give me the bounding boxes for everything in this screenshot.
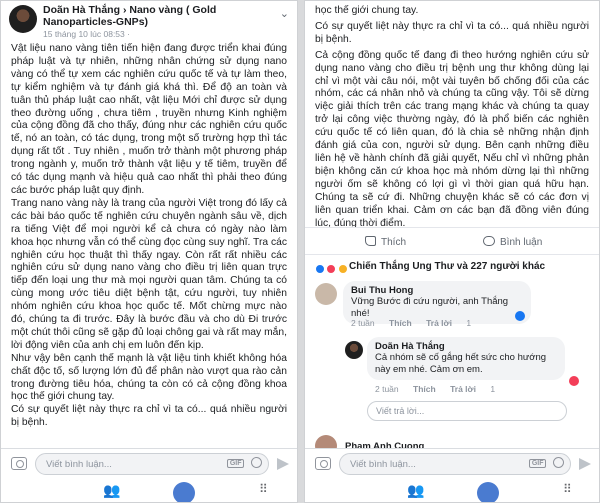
wow-reaction-icon <box>337 264 348 274</box>
bottom-nav: 👥 ⠿ <box>305 480 599 502</box>
camera-icon[interactable] <box>11 457 27 470</box>
privacy-icon: · <box>127 29 130 39</box>
menu-icon[interactable]: ⠿ <box>563 482 572 496</box>
love-reaction-icon <box>326 264 337 274</box>
reply-author-name[interactable]: Doãn Hà Thắng <box>375 341 557 352</box>
comment-like-count: 1 <box>466 318 472 328</box>
like-count-badge-icon <box>515 311 525 321</box>
menu-icon[interactable]: ⠿ <box>259 482 268 496</box>
like-button[interactable]: Thích <box>365 236 406 248</box>
notifications-globe-icon[interactable] <box>477 482 499 502</box>
notifications-globe-icon[interactable] <box>173 482 195 502</box>
reply-age: 2 tuần <box>375 384 399 394</box>
post-timestamp: 15 tháng 10 lúc 08:53 · <box>43 29 130 39</box>
post-paragraph: Trang nano vàng này là trang của người V… <box>11 197 287 351</box>
reactions-text[interactable]: Chiến Thắng Ung Thư và 227 người khác <box>349 261 545 272</box>
input-icons: GIF <box>226 457 262 469</box>
comment-button[interactable]: Bình luận <box>483 236 542 248</box>
friends-icon[interactable]: 👥 <box>407 482 424 499</box>
comment-icon <box>483 236 495 246</box>
commenter-name[interactable]: Bui Thu Hong <box>351 285 523 296</box>
arrow-icon: › <box>122 4 127 16</box>
chevron-down-icon[interactable]: ⌄ <box>280 7 289 20</box>
send-icon[interactable] <box>277 458 289 470</box>
post-body-continued: học thế giới chung tay. Có sự quyết liệt… <box>305 1 599 230</box>
author-name[interactable]: Doãn Hà Thắng <box>43 4 120 16</box>
comment-age: 2 tuần <box>351 318 375 328</box>
reply-input[interactable]: Viết trả lời... <box>367 401 567 421</box>
emoji-icon[interactable] <box>251 457 262 469</box>
reply-like-count: 1 <box>490 384 496 394</box>
like-reaction-icon <box>315 264 325 274</box>
bottom-bar: Viết bình luận... GIF 👥 ⠿ <box>305 448 599 502</box>
reply-reply-link[interactable]: Trả lời <box>450 384 476 394</box>
comment-input[interactable]: Viết bình luận... GIF <box>35 453 269 475</box>
comment-input[interactable]: Viết bình luận... GIF <box>339 453 571 475</box>
like-icon <box>365 236 376 246</box>
reply-author-avatar[interactable] <box>345 341 363 359</box>
comment-text: Vững Bước đi cứu người, anh Thắng nhé! <box>351 296 509 319</box>
input-icons: GIF <box>528 457 564 469</box>
gif-icon[interactable]: GIF <box>528 459 547 468</box>
post-body: Vật liệu nano vàng tiên tiến hiện đang đ… <box>1 37 297 430</box>
reply-text: Cả nhóm sẽ cố gắng hết sức cho hướng này… <box>375 352 547 375</box>
post-paragraph: Như vậy bên cạnh thế mạnh là vật liệu ti… <box>11 352 287 403</box>
reply-meta: 2 tuần Thích Trả lời 1 <box>375 384 507 394</box>
post-paragraph: học thế giới chung tay. <box>315 5 419 16</box>
heart-reaction-icon <box>569 376 579 386</box>
author-line: Doãn Hà Thắng › Nano vàng ( Gold Nanopar… <box>43 4 268 28</box>
comment-reply-link[interactable]: Trả lời <box>426 318 452 328</box>
post-panel-right: học thế giới chung tay. Có sự quyết liệt… <box>304 0 600 503</box>
reactions-summary[interactable]: Chiến Thắng Ung Thư và 227 người khác <box>305 258 599 276</box>
reply-bubble: Doãn Hà Thắng Cả nhóm sẽ cố gắng hết sức… <box>367 337 565 380</box>
reaction-icons <box>315 261 348 279</box>
author-avatar[interactable] <box>9 5 37 33</box>
post-actions: Thích Bình luận <box>305 227 599 255</box>
post-paragraph: Có sự quyết liệt này thực ra chỉ vì ta c… <box>315 20 589 45</box>
comment-row: Viết bình luận... GIF <box>305 449 599 479</box>
commenter-avatar[interactable] <box>315 283 337 305</box>
bottom-nav: 👥 ⠿ <box>1 480 297 502</box>
friends-icon[interactable]: 👥 <box>103 482 120 499</box>
post-paragraph: Có sự quyết liệt này thực ra chỉ vì ta c… <box>11 404 287 429</box>
post-paragraph: Cả cộng đồng quốc tế đang đi theo hướng … <box>315 49 589 229</box>
gif-icon[interactable]: GIF <box>226 459 245 468</box>
reply-like-link[interactable]: Thích <box>413 384 436 394</box>
emoji-icon[interactable] <box>553 457 564 469</box>
post-panel-left: Doãn Hà Thắng › Nano vàng ( Gold Nanopar… <box>0 0 298 503</box>
comment-meta: 2 tuần Thích Trả lời 1 <box>351 318 483 328</box>
bottom-bar: Viết bình luận... GIF 👥 ⠿ <box>1 448 297 502</box>
post-header: Doãn Hà Thắng › Nano vàng ( Gold Nanopar… <box>1 1 297 39</box>
post-paragraph: Vật liệu nano vàng tiên tiến hiện đang đ… <box>11 43 287 196</box>
comment-row: Viết bình luận... GIF <box>1 449 297 479</box>
camera-icon[interactable] <box>315 457 331 470</box>
comment-like-link[interactable]: Thích <box>389 318 412 328</box>
send-icon[interactable] <box>579 458 591 470</box>
